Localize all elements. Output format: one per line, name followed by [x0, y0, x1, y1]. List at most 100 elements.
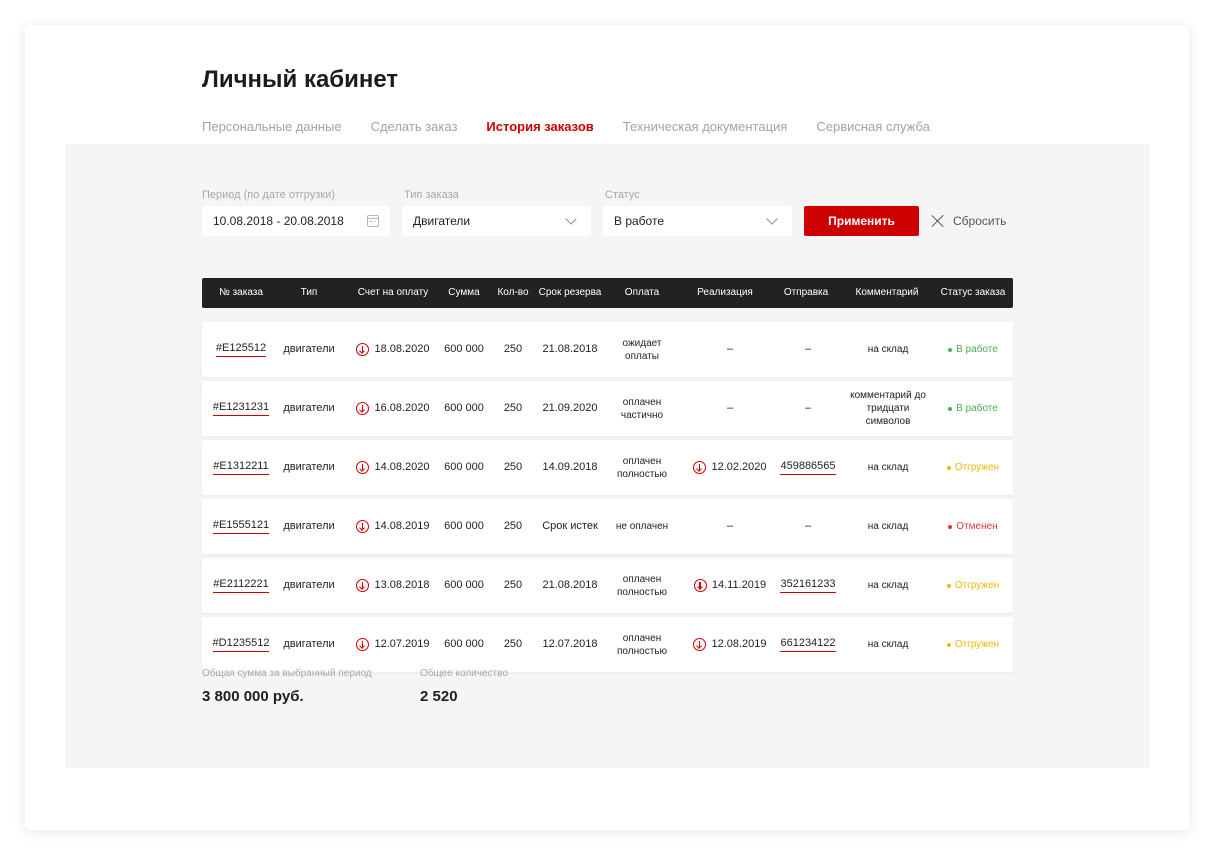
order-type-select[interactable]: Двигатели	[402, 206, 591, 236]
header-payment: Оплата	[624, 287, 660, 298]
period-field[interactable]: 10.08.2018 - 20.08.2018	[202, 206, 390, 236]
download-icon[interactable]	[356, 520, 370, 533]
status-dot	[948, 406, 953, 411]
order-number-link[interactable]: #D1235512	[212, 637, 270, 652]
cell-qty: 250	[491, 322, 535, 377]
invoice-date: 12.07.2019	[374, 638, 430, 650]
cell-realization: –	[687, 499, 773, 554]
payment-text: оплачен полностью	[617, 632, 667, 657]
cell-sum: 600 000	[437, 617, 491, 672]
qty-text: 250	[503, 638, 523, 650]
comment-text: комментарий до тридцати символов	[850, 390, 926, 427]
order-number-link[interactable]: #E1555121	[212, 519, 270, 534]
cell-shipment: –	[776, 381, 840, 436]
realization-text: –	[726, 343, 734, 355]
reserve-text: 21.08.2018	[542, 343, 598, 355]
cell-number: #E1312211	[202, 440, 280, 495]
invoice-date: 16.08.2020	[374, 402, 430, 414]
calendar-icon[interactable]	[367, 215, 379, 227]
status-text: Отгружен	[954, 639, 1000, 650]
sum-text: 600 000	[444, 461, 484, 473]
chevron-down-icon	[565, 213, 577, 225]
invoice-date: 14.08.2019	[374, 520, 430, 532]
download-icon[interactable]	[356, 461, 370, 474]
status-text: Отгружен	[954, 580, 1000, 591]
cell-type: двигатели	[280, 440, 338, 495]
cell-reserve: 21.08.2018	[535, 322, 605, 377]
close-icon	[931, 214, 945, 228]
cell-payment: оплачен полностью	[610, 558, 674, 613]
cell-type: двигатели	[280, 499, 338, 554]
cell-invoice: 14.08.2020	[352, 440, 434, 495]
order-number-link[interactable]: #E2112221	[213, 578, 269, 593]
download-icon[interactable]	[356, 579, 370, 592]
download-icon[interactable]	[693, 638, 707, 651]
status-text: В работе	[956, 403, 998, 414]
order-number-link[interactable]: #E1231231	[212, 401, 270, 416]
cell-sum: 600 000	[437, 322, 491, 377]
tab-personal-data[interactable]: Персональные данные	[202, 119, 342, 147]
shipment-text: –	[804, 343, 812, 355]
apply-button[interactable]: Применить	[804, 206, 919, 236]
tab-tech-docs[interactable]: Техническая документация	[623, 119, 788, 147]
cell-invoice: 18.08.2020	[352, 322, 434, 377]
total-sum-label: Общая сумма за выбранный период	[202, 668, 372, 679]
order-number-link[interactable]: #E125512	[215, 342, 267, 357]
shipment-link[interactable]: 661234122	[780, 637, 836, 652]
tab-make-order[interactable]: Сделать заказ	[371, 119, 458, 147]
status-badge: Отгружен	[946, 638, 1000, 651]
tab-service[interactable]: Сервисная служба	[816, 119, 930, 147]
type-text: двигатели	[283, 520, 335, 532]
header-shipment: Отправка	[783, 287, 829, 298]
download-icon[interactable]	[356, 343, 370, 356]
shipment-link[interactable]: 459886565	[780, 460, 836, 475]
table-row: #E1231231 двигатели 16.08.2020 600 000 250 21…	[202, 381, 1013, 436]
cell-payment: не оплачен	[610, 499, 674, 554]
comment-text: на склад	[867, 580, 909, 591]
table-row: #E1312211 двигатели 14.08.2020 600 000 250 14…	[202, 440, 1013, 495]
page-title: Личный кабинет	[202, 66, 399, 93]
tab-order-history[interactable]: История заказов	[484, 119, 597, 147]
cell-comment: на склад	[850, 617, 926, 672]
order-type-value: Двигатели	[413, 214, 471, 228]
qty-text: 250	[503, 520, 523, 532]
total-sum-value: 3 800 000 руб.	[202, 688, 304, 705]
period-value: 10.08.2018 - 20.08.2018	[213, 214, 344, 228]
header-invoice: Счет на оплату	[357, 287, 429, 298]
type-text: двигатели	[283, 343, 335, 355]
cell-invoice: 14.08.2019	[352, 499, 434, 554]
status-badge: В работе	[948, 343, 998, 356]
cell-status: Отменен	[933, 499, 1013, 554]
realization-text: –	[726, 520, 734, 532]
download-icon[interactable]	[356, 402, 370, 415]
qty-text: 250	[503, 402, 523, 414]
period-label: Период (по дате отгрузки)	[202, 189, 335, 201]
cell-reserve: 21.09.2020	[535, 381, 605, 436]
realization-text: –	[726, 402, 734, 414]
cell-type: двигатели	[280, 617, 338, 672]
table-row: #D1235512 двигатели 12.07.2019 600 000 250 12…	[202, 617, 1013, 672]
reset-button[interactable]: Сбросить	[931, 206, 1006, 236]
status-badge: Отгружен	[946, 461, 999, 474]
type-text: двигатели	[283, 461, 335, 473]
payment-text: оплачен частично	[620, 396, 664, 421]
chevron-down-icon	[766, 213, 778, 225]
shipment-link[interactable]: 352161233	[780, 578, 836, 593]
sum-text: 600 000	[444, 579, 484, 591]
cell-comment: на склад	[850, 558, 926, 613]
cell-realization: –	[687, 322, 773, 377]
cell-payment: оплачен полностью	[610, 440, 674, 495]
download-icon[interactable]	[356, 638, 370, 651]
download-icon[interactable]	[693, 461, 707, 474]
cell-qty: 250	[491, 499, 535, 554]
order-number-link[interactable]: #E1312211	[213, 460, 269, 475]
reserve-text: 21.09.2020	[542, 402, 598, 414]
table-row: #E125512 двигатели 18.08.2020 600 000 250 21.…	[202, 322, 1013, 377]
status-select[interactable]: В работе	[603, 206, 792, 236]
status-badge: Отменен	[948, 520, 998, 533]
invoice-date: 18.08.2020	[374, 343, 430, 355]
type-text: двигатели	[283, 579, 335, 591]
table-row: #E2112221 двигатели 13.08.2018 600 000 250 21…	[202, 558, 1013, 613]
download-icon[interactable]	[693, 579, 707, 592]
payment-text: оплачен полностью	[617, 455, 667, 480]
